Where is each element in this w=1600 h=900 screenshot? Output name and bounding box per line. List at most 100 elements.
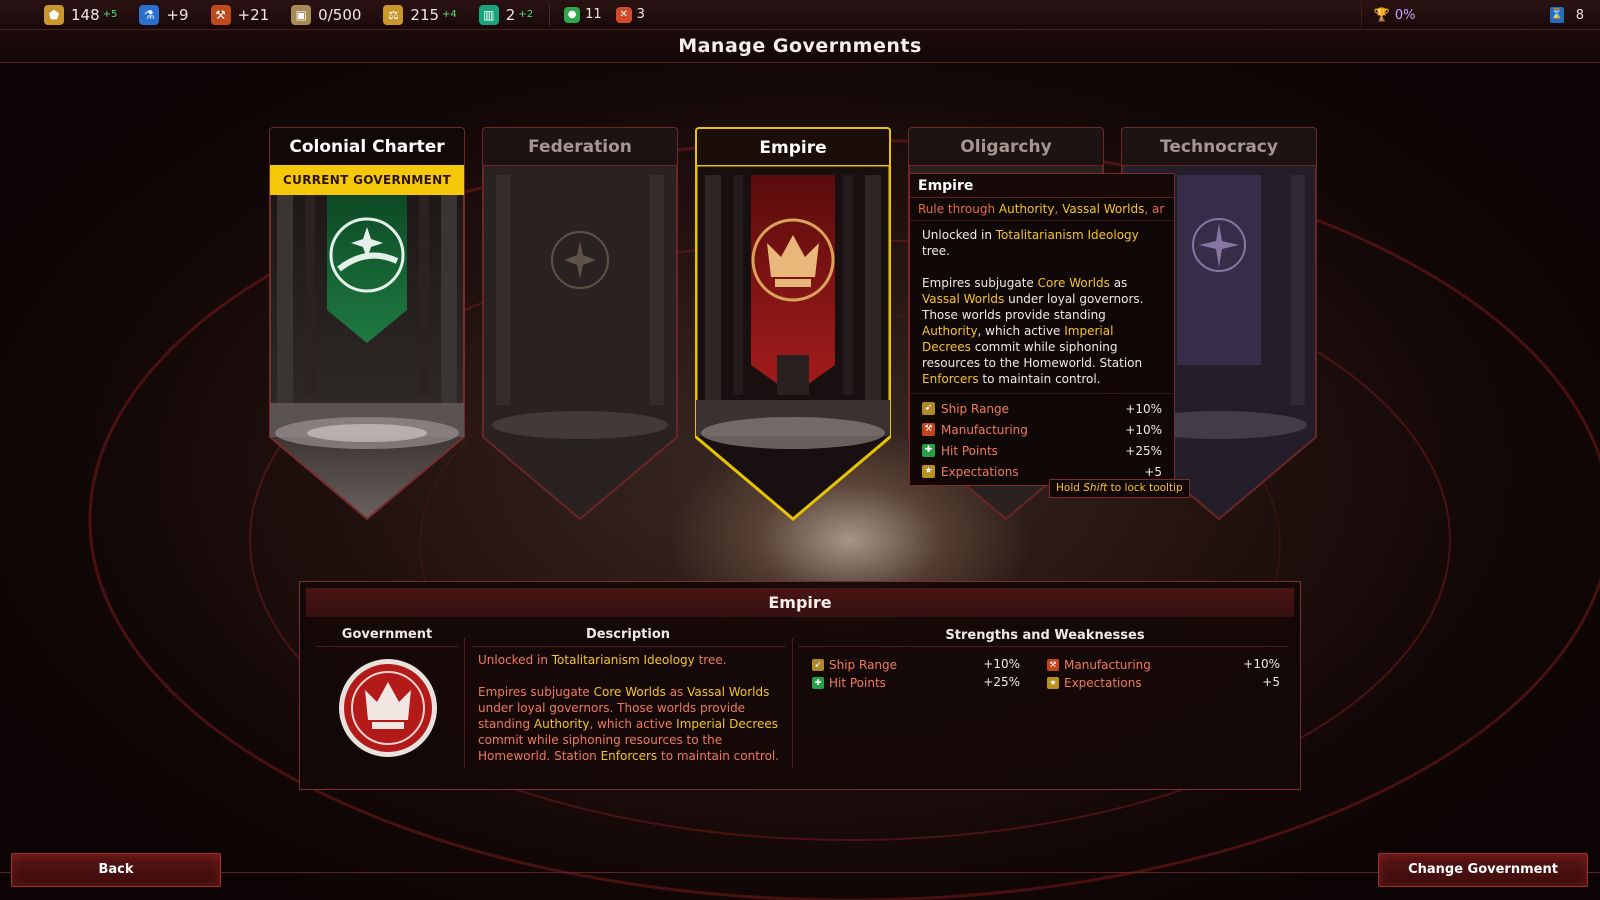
resource-value: +9	[166, 5, 189, 24]
population-icon: ▥	[478, 4, 499, 25]
change-government-button[interactable]: Change Government	[1378, 853, 1588, 887]
screen-title-bar: Manage Governments	[0, 30, 1600, 63]
stat-name: Expectations	[1064, 676, 1142, 690]
stat-ship-range: ➹ Ship Range	[812, 657, 897, 673]
government-card-federation[interactable]: Federation	[482, 127, 678, 530]
stat-value: +5	[1144, 464, 1162, 479]
stat-value: +10%	[1125, 401, 1162, 416]
expectations-icon: ★	[922, 465, 935, 478]
victory-progress-value: 0%	[1394, 7, 1416, 23]
government-card-empire[interactable]: Empire	[695, 127, 891, 530]
stat-name: Expectations	[941, 464, 1019, 479]
manufacturing-icon: ⚒	[1047, 659, 1059, 671]
government-column-header: Government	[341, 627, 433, 642]
divider	[316, 646, 458, 647]
tooltip-title: Empire	[910, 174, 1174, 198]
government-tooltip: Empire Rule through Authority, Vassal Wo…	[909, 173, 1175, 486]
government-card-colonial-charter[interactable]: Colonial Charter CURRENT GOVERNMENT	[269, 127, 465, 530]
expectations-icon: ★	[1047, 677, 1059, 689]
colonial-charter-banner	[269, 165, 465, 521]
divider	[0, 872, 1600, 873]
stat-name: Ship Range	[941, 401, 1010, 416]
food-counter[interactable]: ● 11	[564, 0, 602, 30]
credits-resource[interactable]: ⚖ 215 +4	[383, 0, 457, 30]
divider	[472, 646, 786, 647]
card-title: Colonial Charter	[269, 127, 465, 165]
divider	[549, 3, 551, 26]
production-icon: ⚒	[210, 4, 231, 25]
stat-name: Hit Points	[941, 443, 998, 458]
resource-value: +21	[237, 5, 270, 24]
stat-name: Manufacturing	[941, 422, 1028, 437]
card-title: Federation	[482, 127, 678, 165]
resource-list: ⬟ 148 +5 ⚗ +9 ⚒ +21 ▣ 0/500 ⚖ 215 +4 ▥ 2 +2	[44, 0, 555, 30]
stat-value: +10%	[983, 657, 1020, 671]
population-resource[interactable]: ▥ 2 +2	[478, 0, 534, 30]
page-title: Manage Governments	[678, 35, 922, 57]
hit-points-icon: ✚	[922, 444, 935, 457]
strengths-column-header: Strengths and Weaknesses	[945, 628, 1145, 643]
tooltip-subtitle: Rule through Authority, Vassal Worlds, a…	[910, 198, 1174, 221]
resource-value: 148	[71, 5, 100, 24]
current-government-tag: CURRENT GOVERNMENT	[270, 165, 464, 195]
resource-value: 0/500	[318, 5, 362, 24]
trophy-icon: 🏆	[1373, 7, 1390, 23]
resource-delta: +2	[518, 9, 534, 20]
stat-name: Manufacturing	[1064, 658, 1151, 672]
detail-description: Unlocked in Totalitarianism Ideology tre…	[478, 652, 788, 780]
science-icon: ⚗	[139, 4, 160, 25]
conflict-counter[interactable]: ✕ 3	[615, 0, 645, 30]
turn-counter-value: 8	[1575, 7, 1584, 23]
influence-icon: ⬟	[44, 4, 64, 25]
empire-banner	[695, 165, 891, 521]
victory-progress[interactable]: 🏆 0%	[1360, 0, 1536, 30]
hourglass-icon: ⌛	[1549, 7, 1564, 23]
gear-star-icon	[1192, 218, 1246, 272]
hint-key: Shift	[1083, 482, 1108, 494]
tooltip-description: Empires subjugate Core Worlds as Vassal …	[922, 276, 1144, 386]
ship-range-icon: ➹	[922, 402, 935, 415]
divider	[792, 638, 793, 768]
hint-suffix: to lock tooltip	[1107, 482, 1183, 494]
detail-unlock-text: Unlocked in Totalitarianism Ideology tre…	[478, 653, 727, 667]
influence-resource[interactable]: ⬟ 148 +5	[44, 0, 117, 30]
counter-value: 11	[585, 7, 602, 22]
divider	[798, 646, 1288, 647]
back-button[interactable]: Back	[11, 853, 221, 887]
stat-expectations: ★ Expectations	[1047, 675, 1142, 691]
science-resource[interactable]: ⚗ +9	[139, 0, 189, 30]
resource-value: 2	[505, 5, 516, 24]
stat-hit-points: ✚ Hit Points	[812, 675, 886, 691]
stat-value: +5	[1262, 675, 1280, 689]
hit-points-icon: ✚	[812, 677, 824, 689]
card-title: Empire	[695, 127, 891, 165]
stat-value: +25%	[983, 675, 1020, 689]
stat-name: Hit Points	[829, 676, 886, 690]
divider	[464, 638, 465, 768]
resource-delta: +4	[442, 9, 457, 20]
production-resource[interactable]: ⚒ +21	[210, 0, 270, 30]
stat-value: +10%	[1125, 422, 1162, 437]
federation-banner	[482, 165, 678, 521]
government-detail-panel: Empire Government Description Strengths …	[299, 581, 1301, 790]
stat-name: Ship Range	[829, 658, 898, 672]
detail-description-text: Empires subjugate Core Worlds as Vassal …	[478, 685, 780, 763]
crown-icon	[339, 659, 437, 757]
lock-tooltip-hint: Hold Shift to lock tooltip	[1049, 479, 1190, 498]
tooltip-stats: ➹ Ship Range +10% ⚒ Manufacturing +10% ✚ Hit Po…	[910, 394, 1174, 482]
description-column-header: Description	[585, 627, 671, 642]
tooltip-stat-row: ⚒ Manufacturing +10%	[922, 419, 1162, 440]
tooltip-stat-row: ➹ Ship Range +10%	[922, 398, 1162, 419]
credits-icon: ⚖	[383, 4, 404, 25]
storage-resource[interactable]: ▣ 0/500	[291, 0, 361, 30]
stat-value: +10%	[1243, 657, 1280, 671]
stat-manufacturing: ⚒ Manufacturing	[1047, 657, 1151, 673]
tooltip-body: Unlocked in Totalitarianism Ideology tre…	[910, 221, 1174, 394]
counter-value: 3	[636, 7, 645, 22]
turn-counter[interactable]: ⌛ 8	[1536, 0, 1600, 30]
detail-title: Empire	[306, 588, 1294, 617]
card-title: Technocracy	[1121, 127, 1317, 165]
hint-prefix: Hold	[1056, 482, 1084, 494]
conflict-icon: ✕	[615, 6, 632, 23]
resource-bar: ⬟ 148 +5 ⚗ +9 ⚒ +21 ▣ 0/500 ⚖ 215 +4 ▥ 2 +2 ● 11 ✕ 3 🏆 0%…	[0, 0, 1600, 30]
